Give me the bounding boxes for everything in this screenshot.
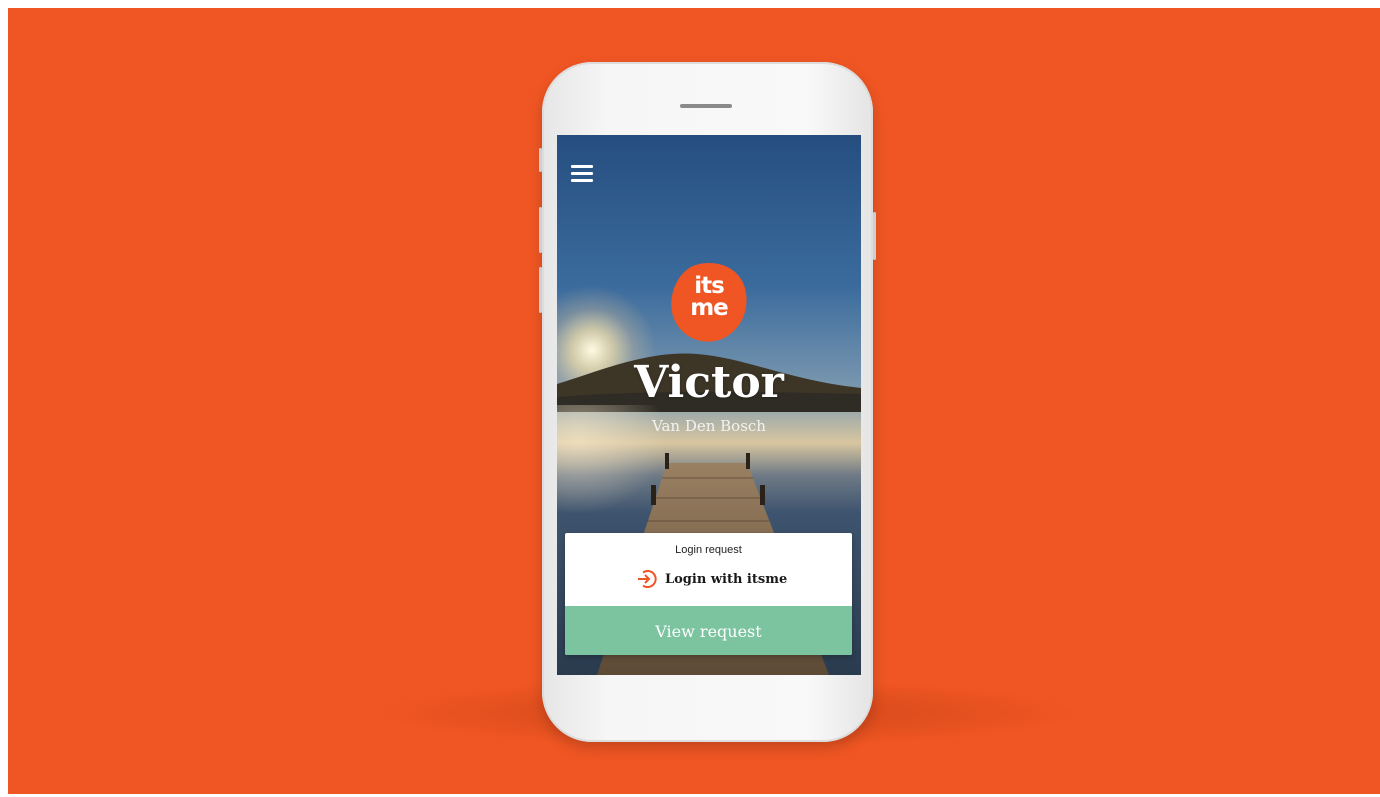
- phone-device: its me Victor Van Den Bosch Login reques…: [539, 62, 876, 742]
- volume-up-button: [539, 207, 542, 253]
- itsme-logo: its me: [669, 261, 749, 343]
- phone-screen: its me Victor Van Den Bosch Login reques…: [557, 135, 861, 675]
- hamburger-menu-icon[interactable]: [571, 165, 593, 183]
- login-action-text: Login with itsme: [665, 571, 788, 587]
- login-action-row: Login with itsme: [635, 567, 787, 591]
- view-request-button[interactable]: View request: [565, 606, 852, 655]
- card-label: Login request: [675, 544, 742, 556]
- logo-line-its: its: [694, 273, 725, 299]
- logo-line-me: me: [690, 295, 729, 321]
- login-request-card: Login request Login with itsme View requ…: [565, 533, 852, 655]
- mute-switch: [539, 148, 542, 172]
- user-last-name: Van Den Bosch: [652, 417, 766, 435]
- earpiece-speaker: [680, 104, 732, 108]
- power-button: [873, 212, 876, 260]
- home-area: [557, 675, 861, 735]
- login-arrow-icon: [638, 570, 657, 588]
- orange-background: its me Victor Van Den Bosch Login reques…: [8, 8, 1380, 794]
- logo-wordmark: its me: [669, 273, 749, 321]
- user-first-name: Victor: [634, 357, 784, 408]
- volume-down-button: [539, 267, 542, 313]
